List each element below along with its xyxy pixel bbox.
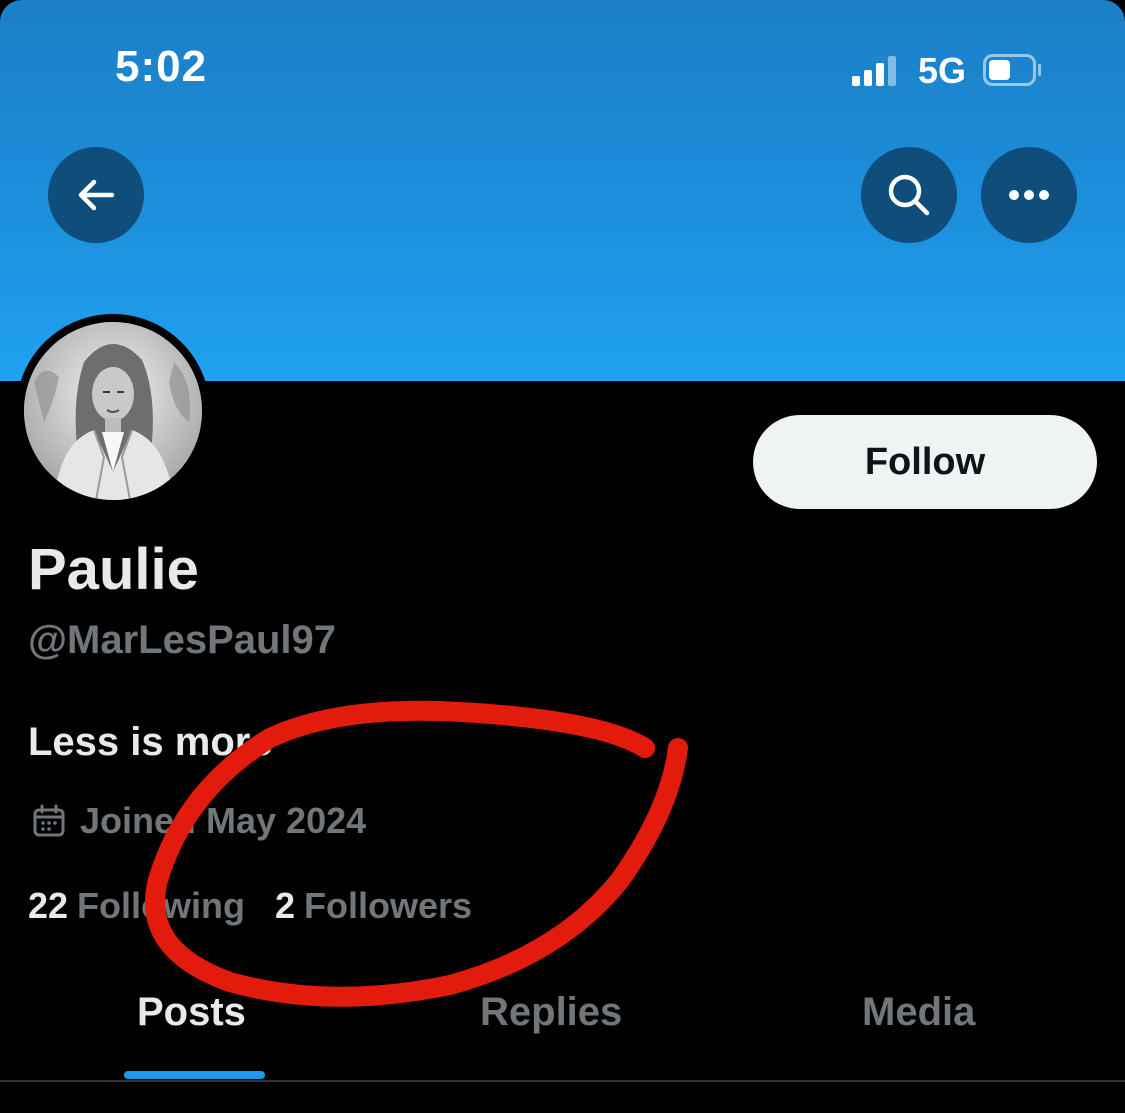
avatar[interactable] <box>16 314 210 508</box>
cellular-signal-icon <box>852 56 898 86</box>
arrow-left-icon <box>78 179 115 211</box>
avatar-image <box>24 322 202 500</box>
profile-screen: 5:02 5G Follow Paulie @MarLesPaul97 Less… <box>0 0 1125 1113</box>
joined-label: Joined May 2024 <box>80 800 367 841</box>
following-link[interactable]: 22 Following <box>28 885 245 927</box>
tab-media[interactable]: Media <box>862 990 975 1035</box>
battery-icon <box>983 54 1041 86</box>
search-button[interactable] <box>861 147 957 243</box>
profile-tabs: Posts Replies Media <box>0 980 1125 1082</box>
followers-label: Followers <box>304 885 473 926</box>
profile-bio: Less is more <box>28 720 273 764</box>
network-label: 5G <box>918 50 967 91</box>
calendar-icon <box>33 804 65 837</box>
followers-count: 2 <box>275 885 296 926</box>
tabs-divider <box>0 1080 1125 1082</box>
following-label: Following <box>77 885 246 926</box>
following-count: 22 <box>28 885 69 926</box>
joined-date: Joined May 2024 <box>32 800 366 842</box>
search-icon <box>888 174 930 216</box>
tab-replies[interactable]: Replies <box>480 990 622 1035</box>
display-name: Paulie <box>28 537 199 602</box>
tab-posts[interactable]: Posts <box>137 990 246 1035</box>
more-button[interactable] <box>981 147 1077 243</box>
more-horizontal-icon <box>1009 190 1049 200</box>
follow-stats: 22 Following 2 Followers <box>28 885 502 927</box>
profile-handle: @MarLesPaul97 <box>28 618 337 662</box>
back-button[interactable] <box>48 147 144 243</box>
status-time: 5:02 <box>115 42 208 91</box>
followers-link[interactable]: 2 Followers <box>275 885 472 927</box>
active-tab-indicator <box>124 1071 265 1079</box>
follow-button[interactable]: Follow <box>753 415 1097 509</box>
